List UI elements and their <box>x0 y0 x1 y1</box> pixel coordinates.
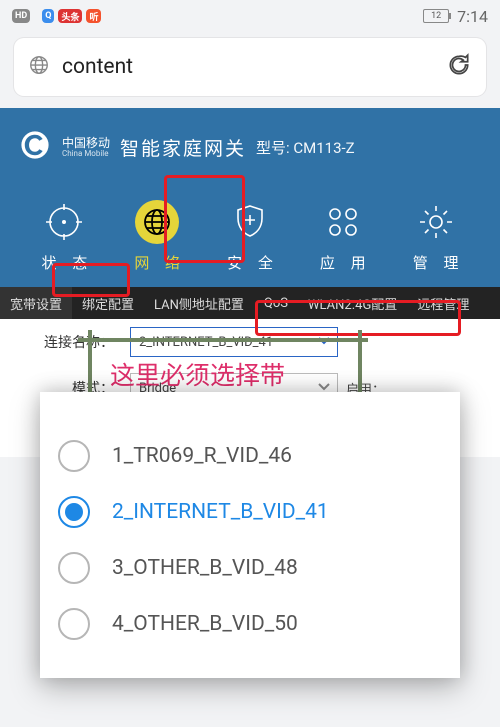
hd-icon: HD <box>12 9 30 23</box>
option-1[interactable]: 1_TR069_R_VID_46 <box>40 428 460 484</box>
conn-name-label: 连接名称： <box>0 332 130 352</box>
options-sheet: 1_TR069_R_VID_46 2_INTERNET_B_VID_41 3_O… <box>40 392 460 678</box>
option-4[interactable]: 4_OTHER_B_VID_50 <box>40 596 460 652</box>
subtab-wlan24[interactable]: WLAN2.4G配置 <box>298 287 407 319</box>
radio-icon <box>58 496 90 528</box>
app-icon-q: Q <box>42 9 54 23</box>
china-mobile-logo <box>18 128 52 166</box>
tab-network[interactable]: 网 络 <box>111 200 204 273</box>
tab-manage[interactable]: 管 理 <box>389 200 482 273</box>
globe-icon <box>28 54 50 80</box>
app-icon-listen: 听 <box>86 9 101 23</box>
clock: 7:14 <box>457 7 488 26</box>
gear-icon <box>414 200 458 244</box>
radio-icon <box>58 608 90 640</box>
subtab-qos[interactable]: QoS <box>254 287 298 319</box>
subtab-remote[interactable]: 远程管理 <box>407 287 479 319</box>
option-3[interactable]: 3_OTHER_B_VID_48 <box>40 540 460 596</box>
router-title: 智能家庭网关 <box>120 134 246 161</box>
tab-security[interactable]: 安 全 <box>204 200 297 273</box>
globe-icon <box>135 200 179 244</box>
chevron-down-icon <box>317 334 331 352</box>
router-model: 型号: CM113-Z <box>256 137 355 158</box>
subtab-binding[interactable]: 绑定配置 <box>72 287 144 319</box>
router-header: 中国移动 China Mobile 智能家庭网关 型号: CM113-Z 状 态… <box>0 108 500 287</box>
reload-button[interactable] <box>446 52 472 82</box>
target-icon <box>42 200 86 244</box>
android-status-bar: HD Q 头条 听 12 7:14 <box>0 0 500 32</box>
app-icon-headline: 头条 <box>58 9 82 23</box>
sub-tab-bar: 宽带设置 绑定配置 LAN侧地址配置 QoS WLAN2.4G配置 远程管理 <box>0 287 500 319</box>
apps-icon <box>321 200 365 244</box>
tab-apps[interactable]: 应 用 <box>296 200 389 273</box>
radio-icon <box>58 552 90 584</box>
battery-icon: 12 <box>423 9 449 23</box>
conn-name-select[interactable]: 2_INTERNET_B_VID_41 <box>130 327 338 357</box>
option-2[interactable]: 2_INTERNET_B_VID_41 <box>40 484 460 540</box>
radio-icon <box>58 440 90 472</box>
url-text: content <box>62 55 434 79</box>
tab-status[interactable]: 状 态 <box>18 200 111 273</box>
subtab-broadband[interactable]: 宽带设置 <box>0 287 72 319</box>
subtab-lan[interactable]: LAN侧地址配置 <box>144 287 254 319</box>
url-bar[interactable]: content <box>14 38 486 96</box>
main-tab-bar: 状 态 网 络 安 全 应 用 管 理 <box>18 186 482 287</box>
shield-icon <box>228 200 272 244</box>
